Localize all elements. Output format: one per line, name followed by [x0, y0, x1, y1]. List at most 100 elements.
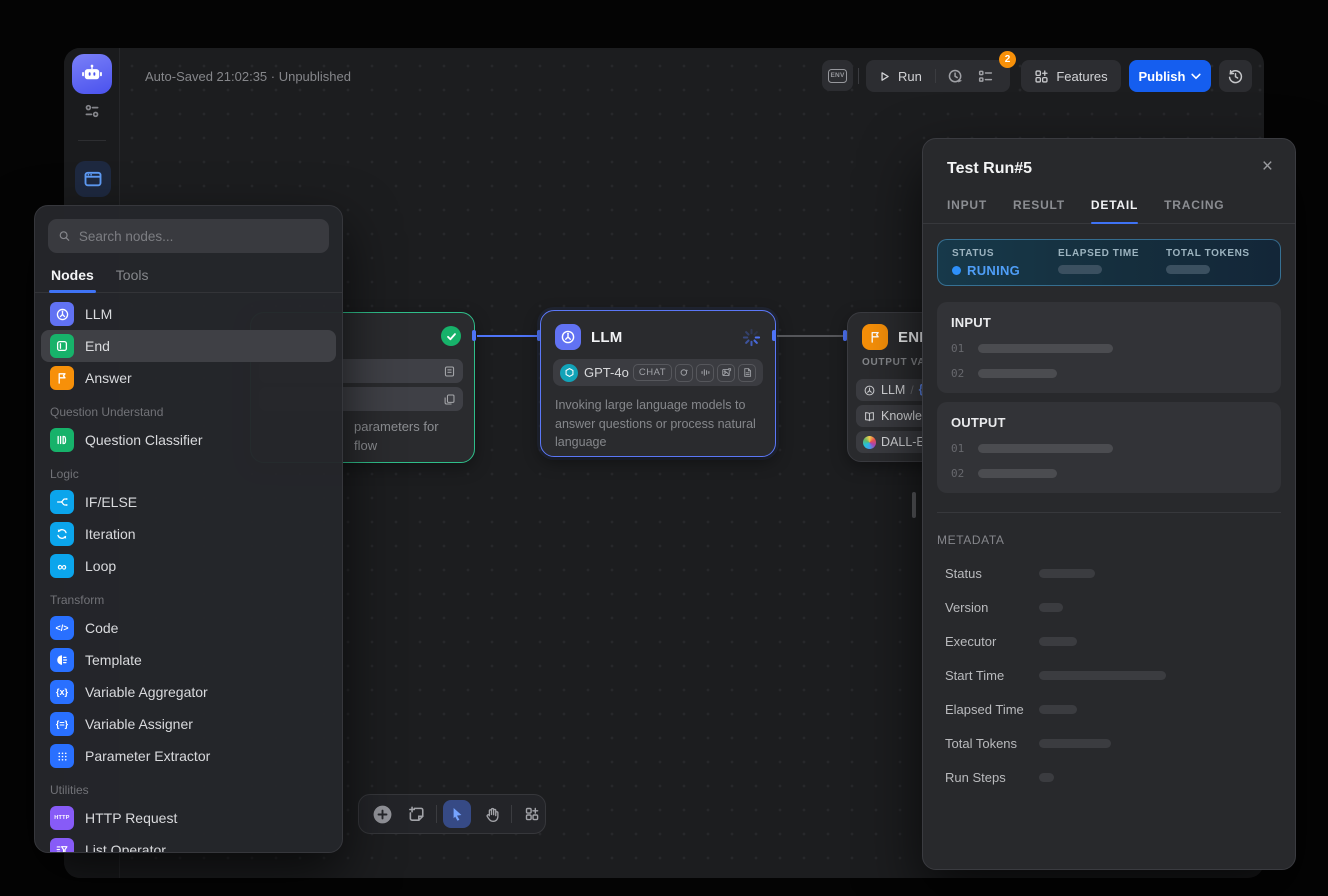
ifelse-icon	[50, 490, 74, 514]
node-picker-panel: Nodes Tools LLM End Answer Question Unde…	[34, 205, 343, 853]
status-label: STATUS	[952, 248, 1058, 259]
run-history-button[interactable]	[947, 68, 964, 85]
node-item-list-operator[interactable]: List Operator	[41, 834, 336, 853]
llm-node[interactable]: LLM GPT-4o CHAT	[540, 310, 776, 457]
skeleton-bar	[978, 369, 1057, 378]
end-node-icon	[862, 324, 888, 350]
preferences-sliders-icon[interactable]	[82, 101, 102, 121]
version-history-button[interactable]	[1219, 60, 1252, 92]
node-item-loop[interactable]: ∞ Loop	[41, 550, 336, 582]
publish-button[interactable]: Publish	[1129, 60, 1211, 92]
metadata-divider	[937, 512, 1281, 513]
play-icon	[878, 70, 891, 83]
start-node-description: parameters for flow	[354, 417, 439, 455]
search-input[interactable]	[79, 229, 319, 244]
output-card: OUTPUT 01 02	[937, 402, 1281, 493]
node-item-code[interactable]: </> Code	[41, 612, 336, 644]
section-question-understand: Question Understand	[41, 394, 336, 424]
node-item-answer[interactable]: Answer	[41, 362, 336, 394]
test-run-tabs: INPUT RESULT DETAIL TRACING	[923, 178, 1295, 224]
toolbar-divider	[436, 805, 437, 823]
tab-tools[interactable]: Tools	[116, 267, 149, 292]
tab-nodes[interactable]: Nodes	[51, 267, 94, 292]
tab-result[interactable]: RESULT	[1013, 198, 1065, 223]
window-icon	[83, 169, 103, 189]
copy-icon	[443, 393, 456, 406]
run-button[interactable]: Run	[878, 69, 922, 84]
sidebar-divider	[78, 140, 106, 141]
metadata-row: Executor	[937, 634, 1281, 649]
loop-icon: ∞	[50, 554, 74, 578]
preview-window-button[interactable]	[75, 161, 111, 197]
node-item-end[interactable]: End	[41, 330, 336, 362]
node-item-http-request[interactable]: HTTP HTTP Request	[41, 802, 336, 834]
metadata-row: Elapsed Time	[937, 702, 1281, 717]
question-classifier-icon	[50, 428, 74, 452]
input-title: INPUT	[951, 315, 1267, 330]
app-logo-robot-icon[interactable]	[72, 54, 112, 94]
total-tokens-label: TOTAL TOKENS	[1166, 248, 1250, 259]
answer-icon	[50, 366, 74, 390]
hand-tool-button[interactable]	[477, 800, 505, 828]
node-item-iteration[interactable]: Iteration	[41, 518, 336, 550]
variable-assigner-icon: {=}	[50, 712, 74, 736]
paragraph-icon	[443, 365, 456, 378]
add-note-button[interactable]	[402, 800, 430, 828]
features-label: Features	[1056, 69, 1107, 84]
section-logic: Logic	[41, 456, 336, 486]
row-index: 01	[951, 342, 964, 355]
skeleton-bar	[1039, 637, 1077, 646]
skeleton-bar	[1039, 739, 1111, 748]
organize-nodes-button[interactable]	[518, 800, 546, 828]
publish-label: Publish	[1139, 69, 1186, 84]
success-check-icon	[441, 326, 461, 346]
skeleton-bar	[1039, 773, 1054, 782]
edge-connector	[472, 330, 476, 341]
node-item-question-classifier[interactable]: Question Classifier	[41, 424, 336, 456]
node-panel-tabs: Nodes Tools	[35, 253, 342, 293]
topbar-divider	[858, 68, 859, 84]
add-node-button[interactable]	[368, 800, 396, 828]
parameter-extractor-icon	[50, 744, 74, 768]
cursor-icon	[449, 806, 465, 822]
section-utilities: Utilities	[41, 772, 336, 802]
tab-tracing[interactable]: TRACING	[1164, 198, 1224, 223]
canvas-toolbar	[358, 794, 546, 834]
checklist-button[interactable]	[977, 68, 994, 85]
node-item-parameter-extractor[interactable]: Parameter Extractor	[41, 740, 336, 772]
skeleton-bar	[978, 344, 1113, 353]
env-button[interactable]: ENV	[822, 60, 853, 91]
node-item-ifelse[interactable]: IF/ELSE	[41, 486, 336, 518]
code-icon: </>	[50, 616, 74, 640]
skeleton-bar	[1039, 705, 1077, 714]
edge-line	[477, 335, 537, 337]
pointer-tool-button[interactable]	[443, 800, 471, 828]
llm-node-icon	[555, 324, 581, 350]
vision-capability-icon	[675, 364, 693, 382]
metadata-row: Total Tokens	[937, 736, 1281, 751]
skeleton-bar	[1058, 265, 1102, 274]
robot-icon	[81, 63, 103, 85]
list-operator-icon	[50, 838, 74, 853]
row-index: 01	[951, 442, 964, 455]
variable-aggregator-icon: {x}	[50, 680, 74, 704]
skeleton-bar	[1039, 569, 1095, 578]
test-run-panel: Test Run#5 × INPUT RESULT DETAIL TRACING…	[922, 138, 1296, 870]
model-selector[interactable]: GPT-4o CHAT	[553, 359, 763, 386]
metadata-row: Version	[937, 600, 1281, 615]
node-item-llm[interactable]: LLM	[41, 298, 336, 330]
skeleton-bar	[1166, 265, 1210, 274]
close-icon[interactable]: ×	[1262, 157, 1273, 176]
llm-variable-icon	[863, 384, 876, 397]
node-item-variable-aggregator[interactable]: {x} Variable Aggregator	[41, 676, 336, 708]
node-item-variable-assigner[interactable]: {=} Variable Assigner	[41, 708, 336, 740]
node-item-template[interactable]: Template	[41, 644, 336, 676]
toolbar-divider	[511, 805, 512, 823]
chevron-down-icon	[1191, 73, 1201, 80]
features-button[interactable]: Features	[1021, 60, 1121, 92]
node-search-box[interactable]	[48, 219, 329, 253]
panel-resize-handle[interactable]	[912, 492, 916, 518]
tab-input[interactable]: INPUT	[947, 198, 987, 223]
tab-detail[interactable]: DETAIL	[1091, 198, 1138, 223]
clock-play-icon	[947, 68, 964, 85]
